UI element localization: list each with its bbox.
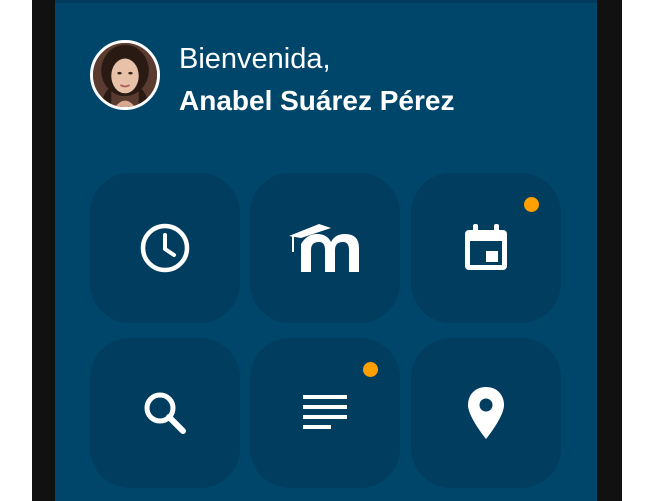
user-avatar[interactable] [90,40,160,110]
home-screen: Bienvenida, Anabel Suárez Pérez [55,0,597,501]
moodle-logo-icon [289,224,359,272]
notes-badge [363,362,378,377]
tile-notes[interactable] [250,338,400,488]
tile-location[interactable] [411,338,561,488]
notes-icon [303,395,347,429]
tile-search[interactable] [90,338,240,488]
tile-calendar[interactable] [411,173,561,323]
location-pin-icon [468,387,504,439]
calendar-badge [524,197,539,212]
user-name: Anabel Suárez Pérez [179,85,455,116]
top-divider [55,0,597,3]
tile-moodle[interactable] [250,173,400,323]
tile-recent[interactable] [90,173,240,323]
search-icon [144,392,186,434]
clock-icon [140,223,190,273]
calendar-icon [465,224,507,270]
avatar-portrait [93,43,157,107]
greeting-text: Bienvenida, [179,43,331,75]
